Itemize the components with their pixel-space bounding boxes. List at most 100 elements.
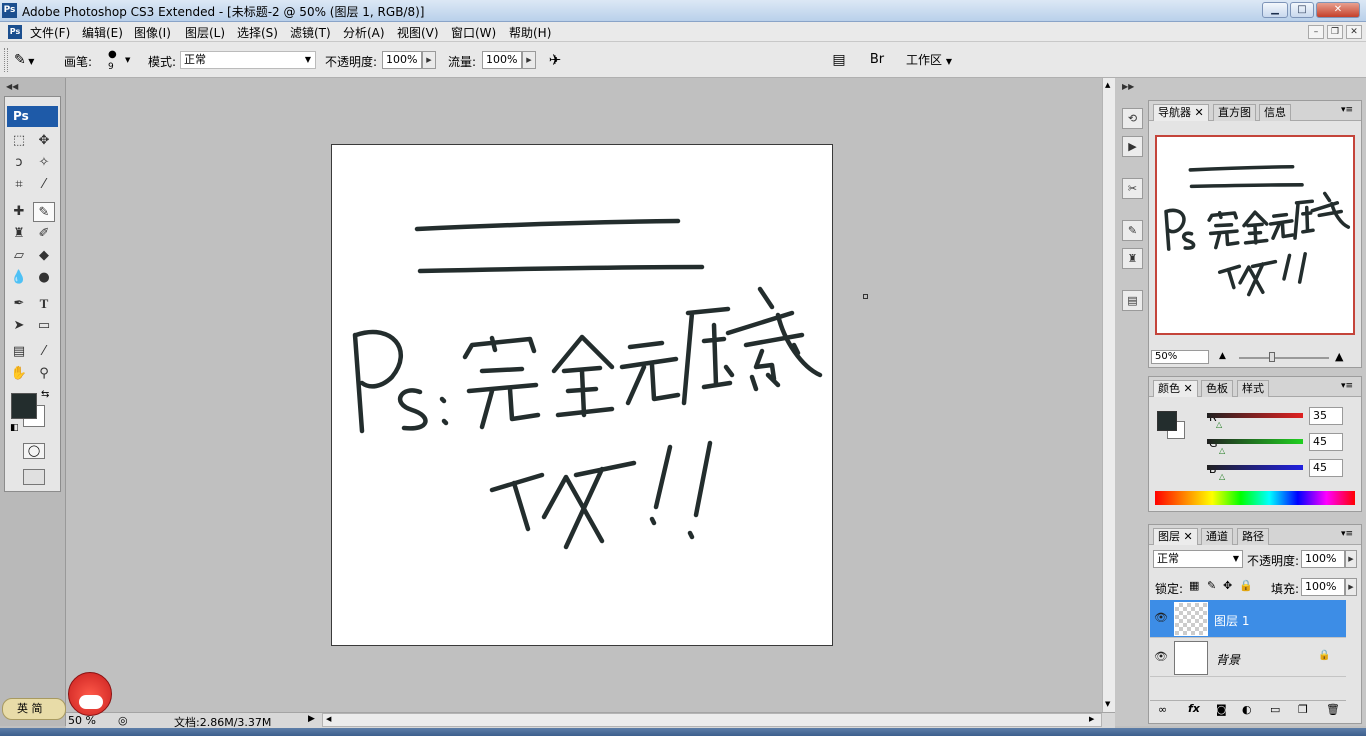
marquee-tool-icon[interactable]: ⬚ (8, 131, 30, 151)
tab-info[interactable]: 信息 (1259, 104, 1291, 121)
menu-help[interactable]: 帮助(H) (509, 24, 551, 41)
scroll-down-icon[interactable]: ▼ (1105, 700, 1110, 708)
crop-tool-icon[interactable]: ⌗ (8, 175, 30, 195)
tool-presets-icon[interactable]: ✂ (1122, 178, 1143, 199)
opacity-input[interactable]: 100% (382, 51, 422, 69)
fill-slider-button[interactable]: ▶ (1345, 578, 1357, 596)
opacity-slider-button[interactable]: ▶ (422, 51, 436, 69)
eye-icon[interactable]: 👁 (1154, 611, 1168, 624)
doc-restore-button[interactable]: ❐ (1327, 25, 1343, 39)
channel-r-input[interactable]: 35 (1309, 407, 1343, 425)
eye-icon[interactable]: 👁 (1154, 650, 1168, 663)
clone-stamp-tool-icon[interactable]: ♜ (8, 224, 30, 244)
hand-tool-icon[interactable]: ✋ (8, 364, 30, 384)
lock-pixels-icon[interactable]: ✎ (1207, 579, 1216, 592)
menu-view[interactable]: 视图(V) (397, 24, 439, 41)
bridge-icon[interactable]: Br (864, 50, 890, 70)
channel-b-input[interactable]: 45 (1309, 459, 1343, 477)
dodge-tool-icon[interactable]: ● (33, 268, 55, 288)
type-tool-icon[interactable]: T (33, 294, 55, 314)
layer-style-icon[interactable]: fx (1188, 702, 1200, 715)
channel-g-slider[interactable] (1207, 439, 1303, 444)
healing-brush-tool-icon[interactable]: ✚ (8, 202, 30, 222)
fill-input[interactable]: 100% (1301, 578, 1345, 596)
zoom-in-icon[interactable]: ▲ (1335, 350, 1343, 363)
history-icon[interactable]: ⟲ (1122, 108, 1143, 129)
menu-analysis[interactable]: 分析(A) (343, 24, 385, 41)
tab-layers[interactable]: 图层 ✕ (1153, 528, 1198, 545)
horizontal-scrollbar[interactable]: ◀ ▶ (322, 713, 1102, 727)
document-canvas[interactable] (331, 144, 833, 646)
expand-dock-icon[interactable]: ▶▶ (1122, 82, 1134, 91)
channel-r-slider[interactable] (1207, 413, 1303, 418)
mode-select[interactable]: 正常 ▼ (180, 51, 316, 69)
path-selection-tool-icon[interactable]: ➤ (8, 316, 30, 336)
navigator-preview[interactable] (1155, 135, 1355, 335)
menu-file[interactable]: 文件(F) (30, 24, 70, 41)
shape-tool-icon[interactable]: ▭ (33, 316, 55, 336)
tab-styles[interactable]: 样式 (1237, 380, 1269, 397)
flow-input[interactable]: 100% (482, 51, 522, 69)
new-group-icon[interactable]: ▭ (1270, 703, 1280, 716)
lock-transparent-icon[interactable]: ▦ (1189, 579, 1199, 592)
swap-colors-icon[interactable]: ⇆ (41, 389, 49, 400)
options-grip[interactable] (4, 48, 8, 72)
ime-toolbar[interactable]: 英 简 (2, 698, 66, 720)
maximize-button[interactable]: □ (1290, 2, 1314, 18)
close-button[interactable]: ✕ (1316, 2, 1360, 18)
status-menu-arrow-icon[interactable]: ▶ (308, 714, 315, 724)
zoom-slider-thumb[interactable] (1269, 352, 1275, 362)
tab-navigator[interactable]: 导航器 ✕ (1153, 104, 1209, 121)
quick-mask-icon[interactable]: ◯ (23, 443, 45, 459)
scroll-up-icon[interactable]: ▲ (1105, 81, 1110, 89)
lasso-tool-icon[interactable]: ↄ (8, 153, 30, 173)
tab-channels[interactable]: 通道 (1201, 528, 1233, 545)
new-layer-icon[interactable]: ❐ (1298, 703, 1308, 716)
scroll-left-icon[interactable]: ◀ (326, 715, 331, 723)
channel-b-slider[interactable] (1207, 465, 1303, 470)
collapse-toolbox-icon[interactable]: ◀◀ (6, 82, 18, 91)
minimize-button[interactable]: ▁ (1262, 2, 1288, 18)
menu-layer[interactable]: 图层(L) (185, 24, 225, 41)
clone-source-icon[interactable]: ♜ (1122, 248, 1143, 269)
layer-row-background[interactable]: 👁 背景 🔒 (1150, 639, 1346, 677)
layer-comps-icon[interactable]: ▤ (1122, 290, 1143, 311)
zoom-tool-icon[interactable]: ⚲ (33, 364, 55, 384)
screen-mode-icon[interactable] (23, 469, 45, 485)
history-brush-tool-icon[interactable]: ✐ (33, 224, 55, 244)
taskbar[interactable] (0, 728, 1366, 736)
panel-menu-icon[interactable]: ▾≡ (1341, 381, 1353, 391)
blend-mode-select[interactable]: 正常 ▼ (1153, 550, 1243, 568)
airbrush-icon[interactable]: ✈ (544, 50, 566, 70)
tool-preset-picker[interactable]: ✎ ▼ (14, 50, 54, 70)
brush-picker[interactable]: ● 9 ▼ (100, 48, 136, 74)
menu-filter[interactable]: 滤镜(T) (290, 24, 331, 41)
doc-close-button[interactable]: ✕ (1346, 25, 1362, 39)
tab-color[interactable]: 颜色 ✕ (1153, 380, 1198, 397)
tab-paths[interactable]: 路径 (1237, 528, 1269, 545)
zoom-out-icon[interactable]: ▲ (1219, 351, 1226, 361)
lock-position-icon[interactable]: ✥ (1223, 579, 1232, 592)
slice-tool-icon[interactable]: ⁄ (33, 175, 55, 195)
layer-opacity-input[interactable]: 100% (1301, 550, 1345, 568)
layer-opacity-slider-button[interactable]: ▶ (1345, 550, 1357, 568)
move-tool-icon[interactable]: ✥ (33, 131, 55, 151)
brushes-icon[interactable]: ✎ (1122, 220, 1143, 241)
paint-bucket-tool-icon[interactable]: ◆ (33, 246, 55, 266)
tab-histogram[interactable]: 直方图 (1213, 104, 1256, 121)
magic-wand-tool-icon[interactable]: ✧ (33, 153, 55, 173)
status-icon[interactable]: ◎ (118, 714, 128, 727)
palette-well-icon[interactable]: ▤ (826, 50, 852, 70)
slider-thumb-icon[interactable]: △ (1219, 446, 1225, 455)
lock-all-icon[interactable]: 🔒 (1239, 579, 1253, 592)
eraser-tool-icon[interactable]: ▱ (8, 246, 30, 266)
mascot-icon[interactable] (68, 672, 112, 716)
foreground-color-swatch[interactable] (11, 393, 37, 419)
navigator-zoom-input[interactable]: 50% (1151, 350, 1209, 364)
workspace-button[interactable]: 工作区 ▼ (906, 51, 952, 69)
panel-menu-icon[interactable]: ▾≡ (1341, 105, 1353, 115)
slider-thumb-icon[interactable]: △ (1219, 472, 1225, 481)
blur-tool-icon[interactable]: 💧 (8, 268, 30, 288)
pen-tool-icon[interactable]: ✒ (8, 294, 30, 314)
slider-thumb-icon[interactable]: △ (1216, 420, 1222, 429)
